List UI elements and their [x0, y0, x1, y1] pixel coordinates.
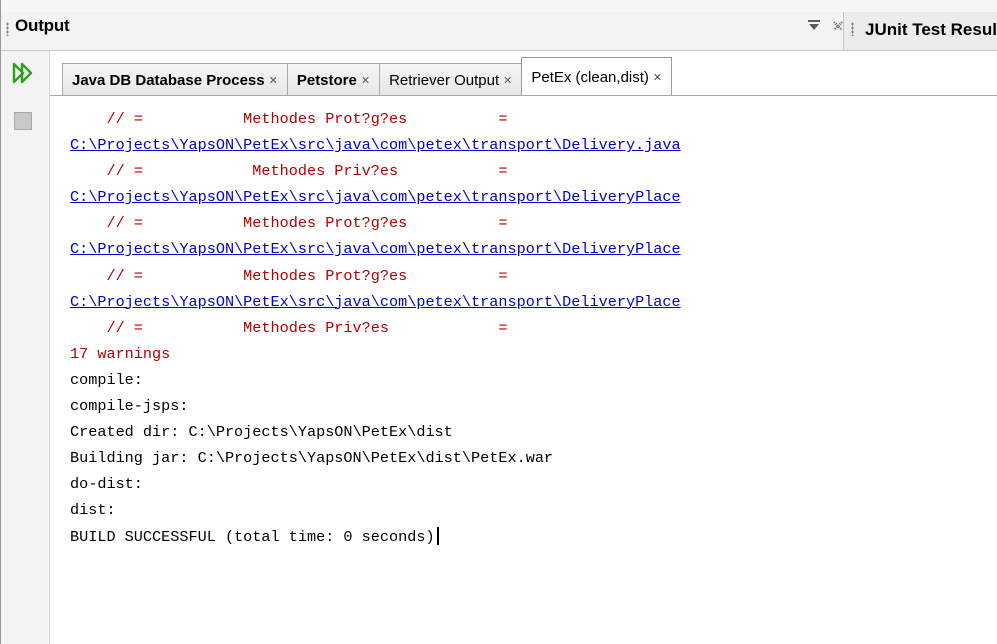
output-line: do-dist: — [70, 471, 681, 497]
close-icon[interactable]: ✕ — [503, 74, 512, 87]
close-icon[interactable] — [833, 20, 843, 34]
output-gutter — [1, 51, 50, 644]
output-line: // = Methodes Prot?g?es = — [70, 263, 681, 289]
tab-petex-clean-dist[interactable]: PetEx (clean,dist) ✕ — [521, 57, 673, 96]
tab-label: PetEx (clean,dist) — [531, 68, 649, 86]
tab-label: Retriever Output — [389, 71, 500, 89]
output-link-line[interactable]: C:\Projects\YapsON\PetEx\src\java\com\pe… — [70, 289, 681, 315]
output-lines: // = Methodes Prot?g?es = C:\Projects\Yap… — [70, 106, 681, 550]
output-line: compile-jsps: — [70, 393, 681, 419]
tab-retriever-output[interactable]: Retriever Output ✕ — [379, 63, 523, 96]
output-line-text: // = Methodes Prot?g?es = — [70, 214, 508, 233]
output-line-text: C:\Projects\YapsON\PetEx\src\java\com\pe… — [70, 188, 681, 207]
close-icon[interactable]: ✕ — [361, 74, 370, 87]
output-line-text: // = Methodes Priv?es = — [70, 318, 508, 337]
output-line: // = Methodes Prot?g?es = — [70, 210, 681, 236]
header-top-gap — [1, 0, 997, 12]
output-line-text: // = Methodes Prot?g?es = — [70, 266, 508, 285]
output-link-line[interactable]: C:\Projects\YapsON\PetEx\src\java\com\pe… — [70, 184, 681, 210]
output-line-text: do-dist: — [70, 475, 143, 494]
close-icon[interactable]: ✕ — [269, 74, 278, 87]
output-line-text: 17 warnings — [70, 344, 171, 363]
output-window: Output JUnit Test Results — [0, 0, 997, 644]
window-title: Output — [15, 16, 70, 35]
output-line-text: // = Methodes Prot?g?es = — [70, 110, 508, 128]
junit-tab-label: JUnit Test Results — [865, 20, 997, 39]
output-line: // = Methodes Prot?g?es = — [70, 106, 681, 132]
output-line: // = Methodes Priv?es = — [70, 315, 681, 341]
output-line: // = Methodes Priv?es = — [70, 158, 681, 184]
text-cursor — [436, 527, 439, 546]
output-link-line[interactable]: C:\Projects\YapsON\PetEx\src\java\com\pe… — [70, 132, 681, 158]
output-tabs: Java DB Database Process ✕ Petstore ✕ Re… — [62, 56, 997, 96]
output-line: Created dir: C:\Projects\YapsON\PetEx\di… — [70, 419, 681, 445]
output-line-text: compile-jsps: — [70, 397, 189, 416]
output-line: compile: — [70, 367, 681, 393]
header-icons — [807, 19, 843, 34]
output-line-text: Building jar: C:\Projects\YapsON\PetEx\d… — [70, 449, 554, 468]
tab-label: Petstore — [296, 71, 357, 89]
output-line: 17 warnings — [70, 341, 681, 367]
output-line-text: Created dir: C:\Projects\YapsON\PetEx\di… — [70, 423, 453, 442]
dropdown-icon[interactable] — [807, 19, 821, 34]
output-line: Building jar: C:\Projects\YapsON\PetEx\d… — [70, 445, 681, 471]
tab-junit-test-results[interactable]: JUnit Test Results — [843, 12, 997, 50]
output-line-text: BUILD SUCCESSFUL (total time: 0 seconds) — [70, 527, 435, 546]
output-link-line[interactable]: C:\Projects\YapsON\PetEx\src\java\com\pe… — [70, 236, 681, 262]
output-line-text: C:\Projects\YapsON\PetEx\src\java\com\pe… — [70, 292, 681, 311]
output-line-text: C:\Projects\YapsON\PetEx\src\java\com\pe… — [70, 240, 681, 259]
output-line-text: // = Methodes Priv?es = — [70, 162, 508, 181]
drag-grip-icon[interactable] — [851, 22, 854, 36]
rerun-icon[interactable] — [12, 62, 34, 89]
tab-petstore[interactable]: Petstore ✕ — [286, 63, 381, 96]
output-line: BUILD SUCCESSFUL (total time: 0 seconds) — [70, 524, 681, 550]
close-icon[interactable]: ✕ — [653, 71, 662, 84]
tab-label: Java DB Database Process — [72, 71, 265, 89]
output-line-text: compile: — [70, 370, 143, 389]
window-header: Output JUnit Test Results — [1, 0, 997, 51]
drag-grip-icon[interactable] — [6, 22, 9, 36]
output-line: dist: — [70, 497, 681, 523]
stop-icon[interactable] — [14, 112, 32, 130]
output-line-text: C:\Projects\YapsON\PetEx\src\java\com\pe… — [70, 136, 681, 155]
output-line-text: dist: — [70, 501, 116, 520]
tab-java-db-database-process[interactable]: Java DB Database Process ✕ — [62, 63, 288, 96]
output-text-area[interactable]: // = Methodes Prot?g?es = C:\Projects\Yap… — [50, 95, 997, 644]
